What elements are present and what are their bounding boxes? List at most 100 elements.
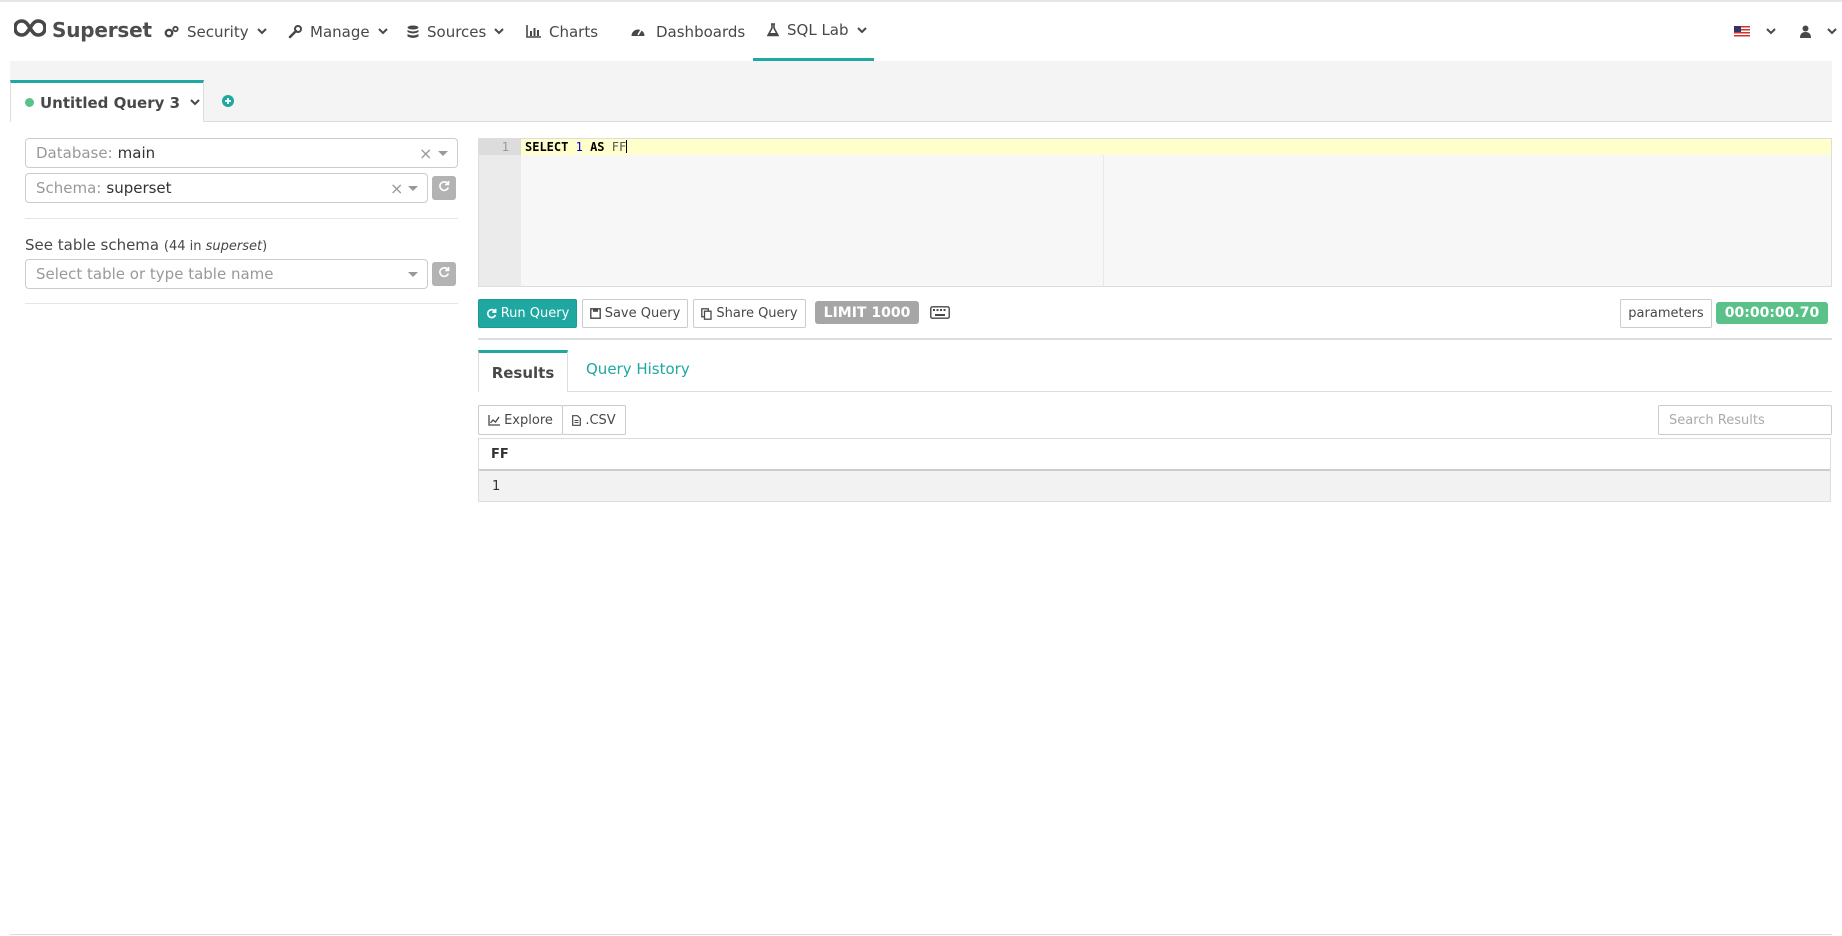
sql-keyword-select: SELECT (525, 140, 569, 154)
editor-gutter-active-line: 1 (479, 139, 521, 155)
dashboard-icon (630, 25, 646, 38)
tab-divider (204, 121, 1832, 122)
table-count: (44 in superset) (164, 239, 267, 254)
table-count-schema: superset (205, 239, 263, 254)
tab-query-history[interactable]: Query History (586, 360, 690, 378)
results-tab-divider (568, 391, 1832, 392)
explore-label: Explore (504, 412, 553, 428)
nav-dashboards[interactable]: Dashboards (630, 2, 745, 61)
csv-button[interactable]: .CSV (562, 405, 626, 435)
line-chart-icon (488, 414, 501, 426)
nav-manage[interactable]: Manage (288, 2, 388, 61)
results-table: FF 1 (478, 438, 1831, 502)
sql-number: 1 (575, 140, 583, 154)
language-picker[interactable] (1734, 2, 1776, 61)
save-query-button[interactable]: Save Query (582, 299, 688, 328)
cogs-icon (164, 25, 179, 39)
chevron-down-icon (377, 28, 388, 35)
nav-security[interactable]: Security (164, 2, 267, 61)
brand[interactable]: Superset (13, 18, 152, 42)
chevron-down-icon (856, 26, 867, 34)
nav-dashboards-label: Dashboards (656, 22, 746, 41)
database-value: main (117, 144, 156, 162)
refresh-icon (438, 180, 450, 196)
file-icon (572, 414, 582, 426)
save-icon (589, 308, 601, 319)
table-select[interactable]: Select table or type table name (25, 259, 428, 289)
brand-name: Superset (52, 18, 152, 42)
chevron-down-icon (494, 28, 505, 35)
nav-charts-label: Charts (549, 22, 599, 41)
nav-sources[interactable]: Sources (407, 2, 505, 61)
refresh-icon (486, 308, 497, 319)
schema-label: Schema: (36, 179, 102, 197)
table-count-prefix: (44 in (163, 239, 206, 254)
clear-icon[interactable]: × (419, 144, 432, 163)
nav-sources-label: Sources (427, 22, 487, 41)
caret-down-icon (408, 186, 418, 191)
limit-badge[interactable]: LIMIT 1000 (815, 301, 919, 324)
chevron-down-icon (1766, 28, 1776, 35)
add-tab-icon[interactable] (222, 95, 234, 107)
nav-manage-label: Manage (310, 22, 370, 41)
sql-identifier: FF (611, 140, 627, 154)
editor-gutter (479, 139, 521, 286)
explore-button[interactable]: Explore (478, 405, 563, 435)
user-menu[interactable] (1800, 2, 1837, 61)
caret-down-icon (408, 272, 418, 277)
refresh-schema-button[interactable] (432, 176, 456, 200)
run-query-button[interactable]: Run Query (478, 299, 577, 328)
nav-security-label: Security (187, 22, 249, 41)
keyboard-icon[interactable] (930, 306, 950, 323)
user-icon (1800, 25, 1811, 38)
wrench-icon (288, 24, 302, 39)
parameters-button[interactable]: parameters (1620, 299, 1712, 328)
left-divider (25, 303, 458, 304)
parameters-label: parameters (1628, 306, 1704, 321)
refresh-icon (438, 266, 450, 282)
database-select[interactable]: Database: main × (25, 138, 458, 168)
database-icon (407, 25, 419, 39)
chevron-down-icon[interactable] (190, 99, 200, 106)
caret-down-icon (438, 151, 448, 156)
sql-editor[interactable]: 1 SELECT 1 AS FF (478, 138, 1832, 287)
chevron-down-icon (1827, 28, 1837, 35)
navbar: Superset Security Manage Sources Charts … (0, 2, 1842, 61)
database-label: Database: (36, 144, 113, 162)
save-query-label: Save Query (604, 306, 681, 321)
bar-chart-icon (526, 25, 541, 38)
csv-label: .CSV (585, 412, 616, 428)
schema-value: superset (106, 179, 172, 197)
run-query-label: Run Query (500, 306, 570, 321)
tab-results[interactable]: Results (478, 350, 568, 392)
editor-results-separator (478, 338, 1832, 340)
table-schema-title: See table schema (25, 236, 160, 254)
table-schema-heading: See table schema (44 in superset) (25, 236, 267, 254)
flask-icon (767, 23, 779, 37)
line-number: 1 (501, 140, 509, 154)
nav-charts[interactable]: Charts (526, 2, 598, 61)
bottom-border (10, 934, 1832, 935)
table-select-placeholder: Select table or type table name (36, 265, 274, 283)
left-divider (25, 218, 458, 219)
refresh-tables-button[interactable] (432, 262, 456, 286)
search-results-input[interactable]: Search Results (1658, 405, 1832, 435)
sql-code-line[interactable]: SELECT 1 AS FF (525, 140, 628, 154)
clear-icon[interactable]: × (390, 179, 403, 198)
sql-keyword-as: AS (590, 140, 605, 154)
query-status-dot (25, 98, 34, 107)
editor-print-margin (1103, 155, 1104, 286)
share-query-button[interactable]: Share Query (693, 299, 806, 328)
superset-logo-icon (13, 19, 47, 41)
query-tab-title: Untitled Query 3 (40, 93, 181, 112)
schema-select[interactable]: Schema: superset × (25, 173, 428, 203)
table-row: 1 (479, 471, 1830, 501)
table-count-suffix: ) (262, 239, 268, 254)
nav-sqllab[interactable]: SQL Lab (753, 2, 874, 61)
editor-code-area[interactable] (521, 139, 1831, 286)
column-header-ff[interactable]: FF (479, 439, 1830, 471)
us-flag-icon (1734, 26, 1750, 37)
editor-active-line (521, 139, 1831, 155)
share-query-label: Share Query (716, 306, 798, 321)
tab-query[interactable]: Untitled Query 3 (10, 80, 204, 122)
